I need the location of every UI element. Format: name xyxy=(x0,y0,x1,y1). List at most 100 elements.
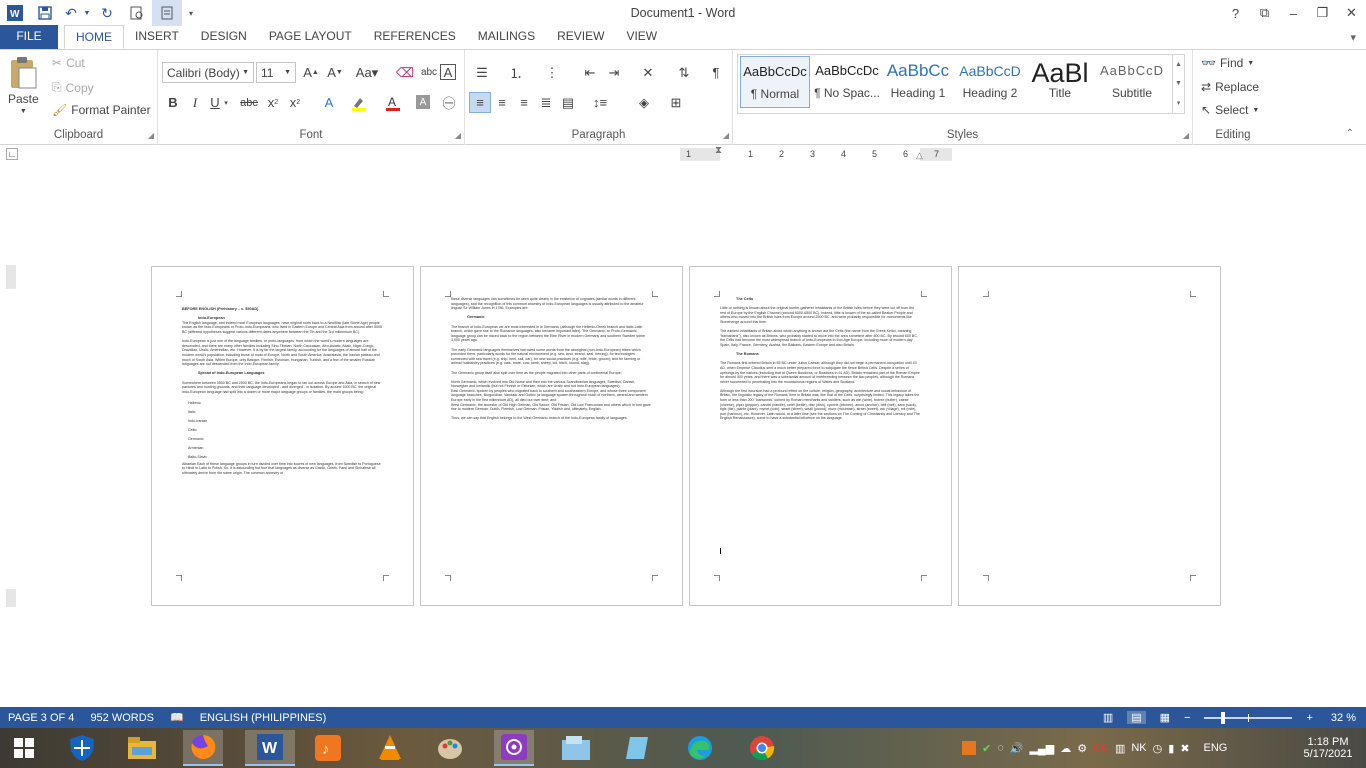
style-heading-1[interactable]: AaBbCc Heading 1 xyxy=(883,56,953,108)
undo-dropdown-icon[interactable]: ▼ xyxy=(82,0,92,26)
shading-icon[interactable]: ◈ xyxy=(633,92,655,113)
input-language[interactable]: ENG xyxy=(1204,742,1228,754)
font-size-select[interactable]: 11 ▼ xyxy=(256,62,296,83)
start-button[interactable] xyxy=(4,730,44,766)
page-1[interactable]: BEFORE ENGLISH (Prehistory – c. 550AD) I… xyxy=(151,266,414,606)
enclose-characters-icon[interactable]: ㊀ xyxy=(438,92,460,113)
style-subtitle[interactable]: AaBbCcD Subtitle xyxy=(1097,56,1167,108)
font-launcher-icon[interactable]: ◢ xyxy=(455,131,461,140)
document-view-icon[interactable] xyxy=(152,0,182,26)
network-icon[interactable]: ▥ xyxy=(1115,742,1125,755)
copy-button[interactable]: ⎘ Copy xyxy=(52,80,94,95)
update-icon[interactable]: ◷ xyxy=(1153,742,1163,755)
restore-icon[interactable]: ❐ xyxy=(1308,0,1337,26)
close-icon[interactable]: ✕ xyxy=(1337,0,1366,26)
strikethrough-icon[interactable]: abc xyxy=(238,92,260,113)
zoom-slider-thumb[interactable] xyxy=(1221,711,1226,724)
tab-references[interactable]: REFERENCES xyxy=(363,25,467,49)
cut-button[interactable]: ✂ Cut xyxy=(52,56,85,70)
align-left-icon[interactable]: ≡ xyxy=(469,92,491,113)
tray-app-icon[interactable] xyxy=(962,741,976,755)
print-layout-icon[interactable]: ▤ xyxy=(1127,711,1146,724)
asian-layout-icon[interactable]: ✕ xyxy=(637,62,659,83)
tab-insert[interactable]: INSERT xyxy=(124,25,190,49)
disconnected-icon[interactable]: ✖ xyxy=(1180,742,1189,755)
security-taskbar-icon[interactable] xyxy=(62,730,102,766)
highlight-icon[interactable] xyxy=(348,92,370,113)
paint-icon[interactable] xyxy=(430,730,470,766)
sort-icon[interactable]: ⇅ xyxy=(673,62,695,83)
clock[interactable]: 1:18 PM 5/17/2021 xyxy=(1300,728,1356,768)
decrease-indent-icon[interactable]: ⇤ xyxy=(579,62,601,83)
volume-icon[interactable]: 🔊 xyxy=(1010,742,1024,755)
grow-font-icon[interactable]: A ▲ xyxy=(300,62,322,83)
paste-dropdown-icon[interactable]: ▼ xyxy=(20,108,27,115)
minimize-icon[interactable]: – xyxy=(1279,0,1308,26)
settings-icon[interactable]: ⚙ xyxy=(1077,742,1087,755)
styles-more-icon[interactable]: ▾ xyxy=(1177,99,1181,107)
text-effects-icon[interactable]: A xyxy=(318,92,340,113)
save-icon[interactable] xyxy=(30,0,60,26)
podcast-app-icon[interactable] xyxy=(494,730,534,766)
tab-mailings[interactable]: MAILINGS xyxy=(467,25,546,49)
font-color-icon[interactable]: A xyxy=(382,92,404,113)
tab-home[interactable]: HOME xyxy=(64,25,124,49)
bullets-icon[interactable]: ☰ xyxy=(471,62,493,83)
page-2[interactable]: these diverse languages can sometimes be… xyxy=(420,266,683,606)
tab-selector-icon[interactable]: ∟ xyxy=(6,148,18,160)
collapse-ribbon-icon[interactable]: ⌃ xyxy=(1346,128,1354,139)
tray-cc-icon[interactable]: CC xyxy=(1093,742,1109,754)
signal-icon[interactable]: ▂▄▆ xyxy=(1029,742,1054,755)
phonetic-guide-icon[interactable]: abc xyxy=(418,62,440,83)
word-count[interactable]: 952 WORDS xyxy=(82,712,162,724)
notes-app-icon[interactable] xyxy=(618,730,658,766)
styles-scroll-up-icon[interactable]: ▲ xyxy=(1175,61,1182,68)
battery-icon[interactable]: ▮ xyxy=(1168,742,1174,755)
font-name-select[interactable]: Calibri (Body) ▼ xyxy=(162,62,254,83)
help-icon[interactable]: ? xyxy=(1221,0,1250,26)
show-formatting-icon[interactable]: ¶ xyxy=(705,62,727,83)
format-painter-button[interactable]: 🖌 Format Painter xyxy=(52,103,151,117)
file-explorer-icon[interactable] xyxy=(122,730,162,766)
page-count[interactable]: PAGE 3 OF 4 xyxy=(0,712,82,724)
character-border-icon[interactable]: A xyxy=(440,64,456,80)
edge-icon[interactable] xyxy=(680,730,720,766)
tab-page-layout[interactable]: PAGE LAYOUT xyxy=(258,25,363,49)
checkmark-icon[interactable]: ✔ xyxy=(982,742,991,755)
increase-indent-icon[interactable]: ⇥ xyxy=(603,62,625,83)
vertical-ruler[interactable] xyxy=(6,265,16,607)
firefox-icon[interactable] xyxy=(183,730,223,766)
web-layout-icon[interactable]: ▦ xyxy=(1160,711,1170,724)
nk-icon[interactable]: NK xyxy=(1131,742,1146,754)
tray-wifi-icon[interactable]: ◌ xyxy=(997,742,1004,754)
style-no-spacing[interactable]: AaBbCcDc ¶ No Spac... xyxy=(811,56,883,108)
redo-icon[interactable]: ↻ xyxy=(92,0,122,26)
justify-icon[interactable]: ≣ xyxy=(535,92,557,113)
find-button[interactable]: 👓 Find ▼ xyxy=(1201,56,1254,70)
superscript-icon[interactable]: x2 xyxy=(284,92,306,113)
shrink-font-icon[interactable]: A ▼ xyxy=(324,62,346,83)
ribbon-display-icon[interactable]: ⧉ xyxy=(1250,0,1279,26)
tab-design[interactable]: DESIGN xyxy=(190,25,258,49)
clipboard-launcher-icon[interactable]: ◢ xyxy=(148,131,154,140)
indent-marker-icon[interactable]: ⧗ xyxy=(715,145,722,156)
files-app-icon[interactable] xyxy=(556,730,596,766)
music-app-icon[interactable]: ♪ xyxy=(308,730,348,766)
style-title[interactable]: AaBl Title xyxy=(1025,56,1095,108)
zoom-out-icon[interactable]: − xyxy=(1184,712,1190,724)
page-4[interactable] xyxy=(958,266,1221,606)
document-area[interactable]: BEFORE ENGLISH (Prehistory – c. 550AD) I… xyxy=(0,165,1366,707)
clear-formatting-icon[interactable]: ⌫ xyxy=(394,62,416,83)
underline-dropdown-icon[interactable]: ▾ xyxy=(220,92,232,113)
select-button[interactable]: ↖ Select ▼ xyxy=(1201,103,1259,117)
tab-review[interactable]: REVIEW xyxy=(546,25,615,49)
zoom-in-icon[interactable]: + xyxy=(1306,712,1312,724)
word-taskbar-icon[interactable]: W xyxy=(245,730,295,766)
replace-button[interactable]: ⇄ Replace xyxy=(1201,80,1259,94)
customize-toolbar-icon[interactable]: ▾ xyxy=(182,0,200,26)
read-mode-icon[interactable]: ▥ xyxy=(1103,711,1113,724)
chrome-icon[interactable] xyxy=(742,730,782,766)
borders-icon[interactable]: ⊞ xyxy=(665,92,687,113)
subscript-icon[interactable]: x2 xyxy=(262,92,284,113)
distributed-icon[interactable]: ▤ xyxy=(557,92,579,113)
